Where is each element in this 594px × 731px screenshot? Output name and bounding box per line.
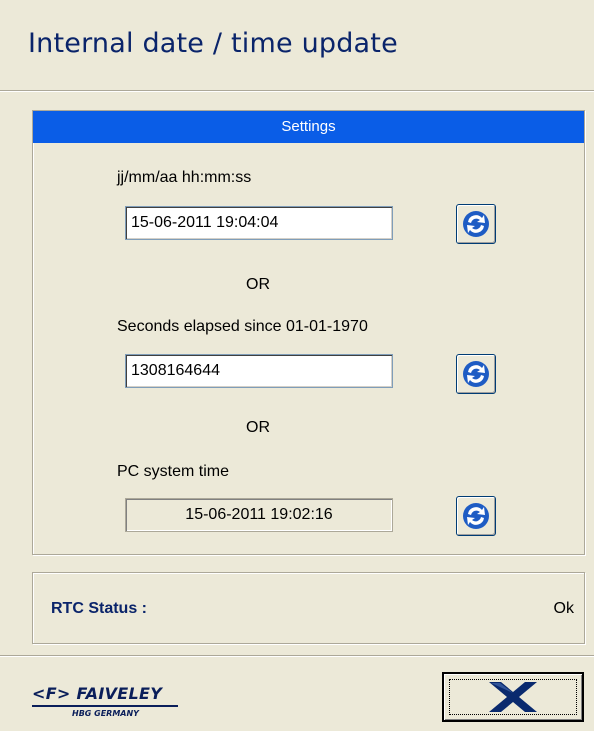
seconds-input[interactable]: 1308164644: [125, 354, 393, 388]
refresh-icon: [463, 361, 489, 387]
logo-rule: [32, 705, 178, 707]
seconds-label: Seconds elapsed since 01-01-1970: [117, 318, 368, 335]
settings-group: Settings jj/mm/aa hh:mm:ss 15-06-2011 19…: [32, 110, 585, 555]
pc-time-label: PC system time: [117, 463, 230, 480]
title-separator: [0, 90, 594, 92]
settings-header: Settings: [33, 111, 584, 143]
logo-sub: HBG GERMANY: [72, 709, 139, 718]
or-label-2: OR: [246, 419, 270, 436]
rtc-status-value: Ok: [553, 600, 574, 617]
pc-time-display: 15-06-2011 19:02:16: [125, 498, 393, 532]
apply-seconds-button[interactable]: [456, 354, 496, 394]
window-title: Internal date / time update: [28, 28, 398, 59]
apply-pc-time-button[interactable]: [456, 496, 496, 536]
or-label-1: OR: [246, 276, 270, 293]
bottom-separator: [0, 655, 594, 657]
refresh-icon: [463, 503, 489, 529]
rtc-status-label: RTC Status :: [51, 600, 147, 617]
faiveley-logo: <F> FAIVELEY HBG GERMANY: [32, 684, 182, 728]
refresh-icon: [463, 211, 489, 237]
close-button[interactable]: [442, 672, 584, 722]
date-time-input[interactable]: 15-06-2011 19:04:04: [125, 206, 393, 240]
logo-brand: <F> FAIVELEY: [32, 684, 163, 703]
date-format-label: jj/mm/aa hh:mm:ss: [117, 169, 252, 186]
focus-ring: [449, 679, 577, 715]
apply-date-button[interactable]: [456, 204, 496, 244]
rtc-status-group: RTC Status : Ok: [32, 572, 585, 644]
